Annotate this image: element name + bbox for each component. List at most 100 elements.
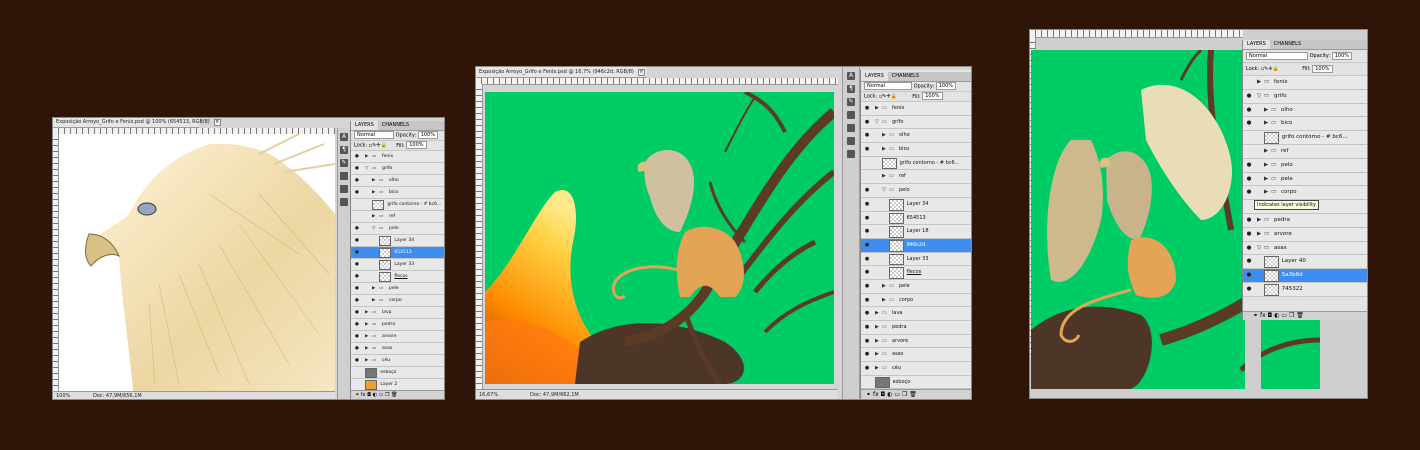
lock-icons[interactable]: ▫✎✢🔒: [369, 143, 387, 149]
layer-row[interactable]: ▶ ▭ ref: [861, 170, 971, 185]
collapsed-arrow-icon[interactable]: ▶: [365, 319, 368, 330]
eye-icon[interactable]: ●: [352, 331, 362, 342]
layer-row[interactable]: esboço: [861, 375, 971, 390]
layer-row[interactable]: ● Layer 33: [861, 252, 971, 267]
new-layer-icon[interactable]: ❐: [902, 391, 907, 398]
collapsed-arrow-icon[interactable]: ▶: [882, 129, 886, 142]
link-icon[interactable]: ⚭: [1253, 312, 1258, 319]
layer-row[interactable]: ● ▽ ▭ pelo: [861, 184, 971, 198]
trash-icon[interactable]: 🗑: [909, 391, 917, 398]
trash-icon[interactable]: 🗑: [391, 392, 397, 398]
group-icon[interactable]: ▭: [894, 391, 900, 398]
close-tab-icon[interactable]: ×: [213, 119, 221, 126]
collapsed-arrow-icon[interactable]: ▶: [1257, 76, 1261, 89]
expanded-arrow-icon[interactable]: ▽: [882, 184, 886, 197]
layer-row[interactable]: ● ▶ ▭ pedra: [351, 319, 444, 331]
collapsed-arrow-icon[interactable]: ▶: [1257, 214, 1261, 227]
fill-field[interactable]: 100%: [922, 92, 943, 100]
layer-row[interactable]: ● ▶ ▭ corpo: [351, 295, 444, 307]
layer-row[interactable]: ● Layer 34: [351, 235, 444, 247]
layer-row[interactable]: ● ▶ ▭ bico: [861, 143, 971, 157]
history-tool-icon[interactable]: [847, 124, 855, 132]
collapsed-arrow-icon[interactable]: ▶: [372, 211, 375, 222]
layer-row[interactable]: ● ▶ ▭ lava: [861, 307, 971, 321]
collapsed-arrow-icon[interactable]: ▶: [365, 355, 368, 366]
expanded-arrow-icon[interactable]: ▽: [1257, 90, 1261, 103]
adjust-tool-icon[interactable]: [340, 198, 348, 206]
layer-row[interactable]: ● ▶ ▭ pele: [1243, 172, 1367, 187]
blend-mode-select[interactable]: Normal: [354, 131, 394, 139]
collapsed-arrow-icon[interactable]: ▶: [875, 102, 879, 115]
mask-icon[interactable]: ◘: [881, 391, 886, 398]
eye-icon[interactable]: ●: [862, 129, 872, 142]
layer-row[interactable]: ● ▶ ▭ fenix: [351, 151, 444, 163]
layer-row[interactable]: ● ▶ ▭ pele: [861, 279, 971, 294]
layer-row[interactable]: ● flecos: [861, 266, 971, 280]
collapsed-arrow-icon[interactable]: ▶: [365, 151, 368, 162]
collapsed-arrow-icon[interactable]: ▶: [372, 283, 375, 294]
eye-icon[interactable]: ●: [1244, 269, 1254, 282]
fx-icon[interactable]: fx: [1260, 312, 1266, 319]
eye-icon[interactable]: ●: [352, 283, 362, 294]
link-icon[interactable]: ⚭: [866, 391, 871, 398]
adjustment-icon[interactable]: ◐: [373, 392, 377, 398]
eye-icon[interactable]: ●: [862, 116, 872, 129]
tab-channels[interactable]: CHANNELS: [888, 72, 923, 81]
brush-tool-icon[interactable]: ✎: [847, 98, 855, 106]
layer-row[interactable]: ● Layer 18: [861, 225, 971, 239]
layer-row[interactable]: ● Layer 33: [351, 259, 444, 271]
adjustment-icon[interactable]: ◐: [1274, 312, 1279, 319]
eye-icon[interactable]: ●: [352, 235, 362, 246]
layer-row[interactable]: ● ▶ ▭ pele: [351, 283, 444, 295]
collapsed-arrow-icon[interactable]: ▶: [1264, 104, 1268, 117]
layer-row[interactable]: ▶ ▭ fenix: [1243, 76, 1367, 90]
lock-icons[interactable]: ▫✎✢🔒: [1261, 66, 1279, 72]
fx-icon[interactable]: fx: [361, 392, 366, 398]
document-canvas[interactable]: [59, 134, 335, 391]
layer-row[interactable]: ● ▶ ▭ arvore: [861, 334, 971, 349]
layer-row[interactable]: ● ▶ ▭ arvore: [351, 331, 444, 343]
group-icon[interactable]: ▭: [1281, 312, 1287, 319]
layer-row[interactable]: ● 946c2d: [861, 238, 971, 253]
opacity-field[interactable]: 100%: [417, 131, 439, 139]
eye-icon[interactable]: ●: [1244, 228, 1254, 241]
eye-icon[interactable]: ●: [862, 362, 872, 375]
eye-icon[interactable]: ●: [1244, 117, 1254, 130]
trash-icon[interactable]: 🗑: [1296, 312, 1304, 319]
eye-icon[interactable]: ●: [352, 259, 362, 270]
layer-row[interactable]: ● ▶ ▭ olho: [1243, 103, 1367, 118]
layer-row[interactable]: ● ▶ ▭ bico: [1243, 117, 1367, 132]
zoom-level[interactable]: 100%: [56, 393, 70, 399]
eye-icon[interactable]: ●: [352, 295, 362, 306]
eye-icon[interactable]: ●: [352, 319, 362, 330]
layer-row[interactable]: ● ▽ ▭ grifo: [861, 115, 971, 130]
layer-row[interactable]: ● ▽ ▭ asas: [1243, 241, 1367, 256]
layer-row[interactable]: ● ▶ ▭ lava: [351, 307, 444, 319]
layer-row[interactable]: grifo contorno - # bc6...: [861, 156, 971, 171]
eye-icon[interactable]: ●: [352, 247, 362, 258]
eye-icon[interactable]: ●: [862, 307, 872, 320]
adjust-tool-icon[interactable]: [847, 137, 855, 145]
layer-row[interactable]: ● 745322: [1243, 282, 1367, 297]
eye-icon[interactable]: ●: [352, 343, 362, 354]
collapsed-arrow-icon[interactable]: ▶: [875, 321, 879, 334]
tab-channels[interactable]: CHANNELS: [378, 121, 413, 130]
eye-icon[interactable]: ●: [862, 321, 872, 334]
collapsed-arrow-icon[interactable]: ▶: [875, 335, 879, 348]
opacity-field[interactable]: 100%: [1331, 51, 1353, 60]
brush-tool-icon[interactable]: ✎: [340, 159, 348, 167]
eye-icon[interactable]: ●: [1244, 104, 1254, 117]
layer-row[interactable]: ● 654513: [351, 247, 444, 259]
eye-icon[interactable]: ●: [1244, 186, 1254, 199]
group-icon[interactable]: ▭: [379, 392, 384, 398]
blend-mode-select[interactable]: Normal: [864, 82, 912, 90]
eye-icon[interactable]: ●: [862, 266, 872, 279]
fx-icon[interactable]: fx: [873, 391, 879, 398]
move-tool-icon[interactable]: A: [340, 133, 348, 141]
eye-icon[interactable]: ●: [862, 212, 872, 225]
eye-icon[interactable]: ●: [1244, 283, 1254, 296]
layer-row[interactable]: ● ▶ ▭ asas: [351, 343, 444, 355]
layer-row[interactable]: ● ▶ ▭ céu: [351, 355, 444, 367]
eye-icon[interactable]: ●: [862, 253, 872, 266]
layer-row[interactable]: ● ▶ ▭ bico: [351, 187, 444, 199]
